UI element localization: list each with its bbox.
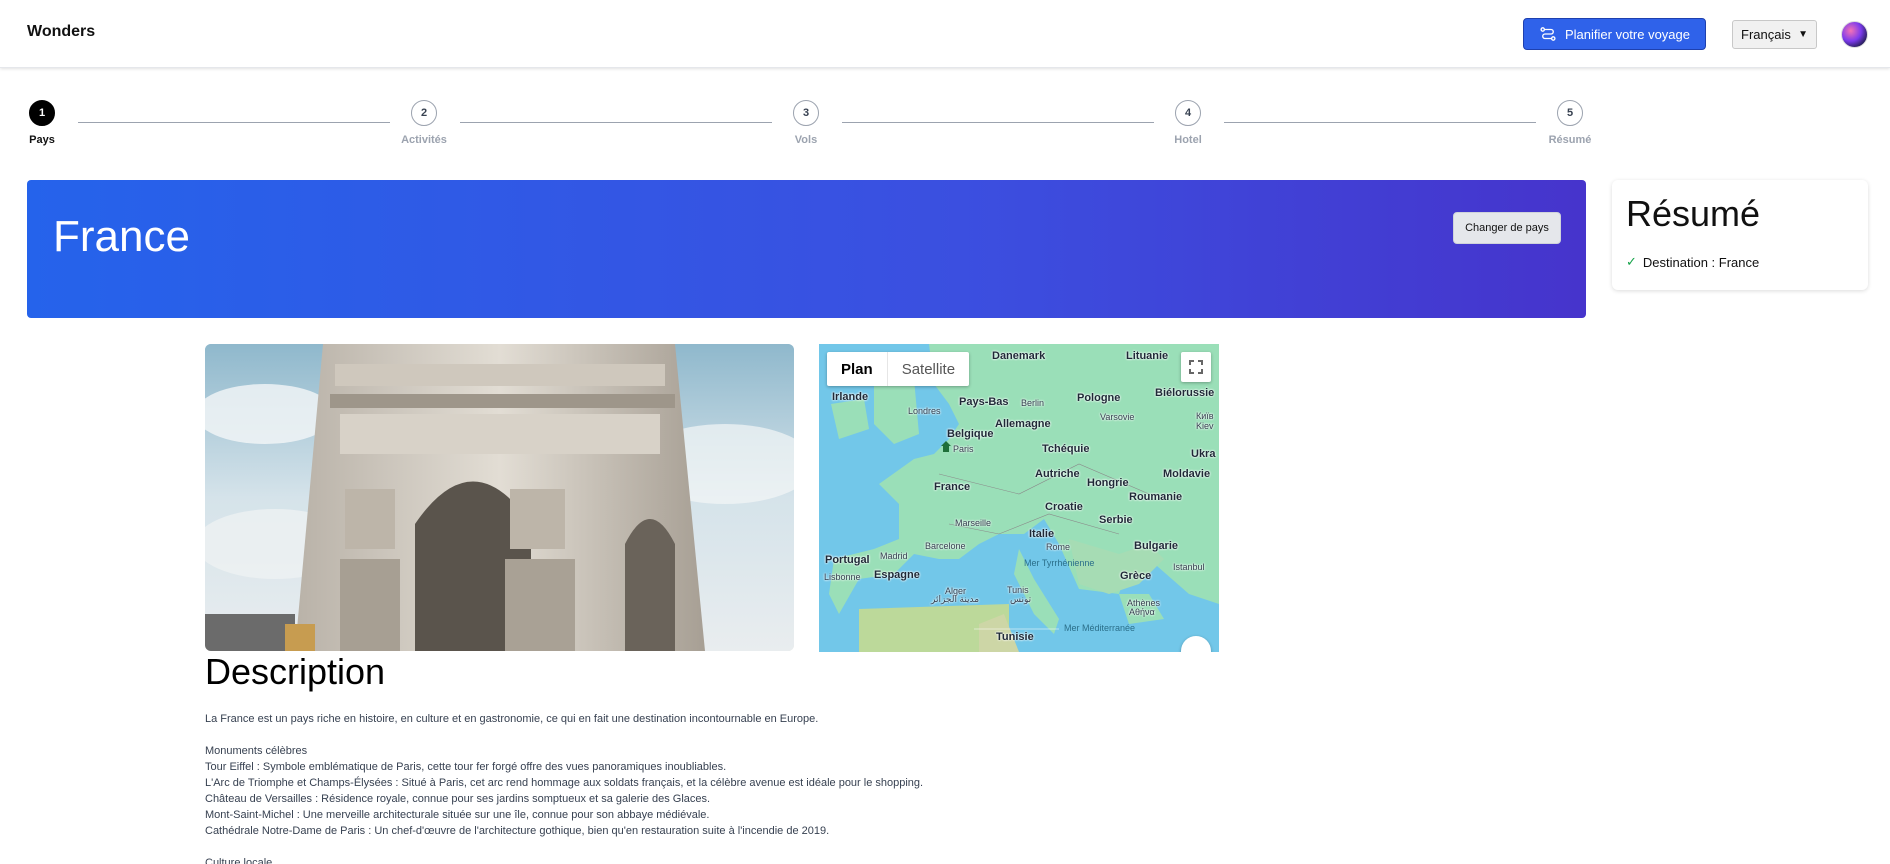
map-label: Paris	[953, 444, 974, 454]
map-label: Mer Méditerranée	[1064, 623, 1136, 633]
user-avatar[interactable]	[1841, 21, 1868, 48]
brand-logo-text[interactable]: Wonders	[27, 23, 95, 41]
map-label: Tchéquie	[1042, 443, 1090, 455]
step-number: 2	[411, 100, 437, 126]
step-hotel[interactable]: 4 Hotel	[1148, 100, 1228, 146]
monuments-heading: Monuments célèbres	[205, 745, 308, 757]
step-vols[interactable]: 3 Vols	[766, 100, 846, 146]
location-pin-icon[interactable]	[940, 440, 952, 454]
summary-card: Résumé ✓ Destination : France	[1612, 180, 1868, 290]
country-title: France	[53, 212, 190, 261]
step-label: Activités	[401, 134, 447, 146]
monument-item: Mont-Saint-Michel : Une merveille archit…	[205, 809, 710, 821]
top-navbar: Wonders Planifier votre voyage Français …	[0, 0, 1890, 68]
map-label: Αθήνα	[1129, 607, 1155, 617]
arc-de-triomphe-image	[205, 344, 794, 651]
country-banner: France Changer de pays	[27, 180, 1586, 318]
monument-item: Tour Eiffel : Symbole emblématique de Pa…	[205, 761, 727, 773]
description-intro: La France est un pays riche en histoire,…	[205, 713, 819, 725]
check-icon: ✓	[1626, 254, 1637, 269]
map-type-tabs: Plan Satellite	[827, 352, 970, 386]
fullscreen-icon[interactable]	[1181, 352, 1211, 382]
map-label: تونس	[1010, 594, 1032, 604]
map-label: Berlin	[1021, 398, 1045, 408]
map-label: Lituanie	[1126, 350, 1169, 362]
map-label: Rome	[1046, 542, 1071, 552]
map-label: Ukra	[1191, 448, 1216, 460]
step-number: 4	[1175, 100, 1201, 126]
step-connector	[842, 122, 1154, 123]
map-tab-satellite[interactable]: Satellite	[888, 352, 969, 386]
monument-item: Château de Versailles : Résidence royale…	[205, 793, 711, 805]
map-label: Tunisie	[996, 631, 1034, 643]
description-body: La France est un pays riche en histoire,…	[205, 711, 1305, 864]
map-label: مدينة الجزائر	[931, 594, 980, 604]
map-label: Serbie	[1099, 514, 1133, 526]
map-label: Kiev	[1196, 421, 1214, 431]
map-label: Portugal	[825, 554, 870, 566]
map-label: Belgique	[947, 428, 994, 440]
step-number: 1	[29, 100, 55, 126]
map-label: Irlande	[832, 391, 869, 403]
language-select[interactable]: Français ▼	[1732, 20, 1817, 49]
map-label: Allemagne	[995, 418, 1051, 430]
map-label: Roumanie	[1129, 491, 1183, 503]
map-label: Varsovie	[1100, 412, 1135, 422]
map-label: Mer Tyrrhénienne	[1024, 558, 1095, 568]
summary-destination: Destination : France	[1642, 254, 1760, 270]
map-label: Madrid	[880, 551, 908, 561]
map-label: Pays-Bas	[959, 396, 1009, 408]
map-label: Lisbonne	[824, 572, 861, 582]
step-connector	[460, 122, 772, 123]
monument-item: Cathédrale Notre-Dame de Paris : Un chef…	[205, 825, 830, 837]
map-label: Київ	[1196, 411, 1214, 421]
step-activites[interactable]: 2 Activités	[384, 100, 464, 146]
chevron-down-icon: ▼	[1798, 29, 1808, 40]
description-title: Description	[205, 651, 386, 692]
map-label: Autriche	[1035, 468, 1080, 480]
map-label: Istanbul	[1173, 562, 1205, 572]
step-connector	[1224, 122, 1536, 123]
map-label: Italie	[1029, 528, 1055, 540]
summary-title: Résumé	[1626, 193, 1761, 234]
step-label: Pays	[29, 134, 55, 146]
map-label: Biélorussie	[1155, 387, 1215, 399]
map-label: Moldavie	[1163, 468, 1211, 480]
language-value: Français	[1741, 27, 1791, 42]
plan-trip-button[interactable]: Planifier votre voyage	[1523, 18, 1706, 50]
map-label: Hongrie	[1087, 477, 1129, 489]
change-country-button[interactable]: Changer de pays	[1453, 212, 1561, 244]
step-pays[interactable]: 1 Pays	[2, 100, 82, 146]
step-number: 3	[793, 100, 819, 126]
map-label: Espagne	[874, 569, 920, 581]
map-label: Grèce	[1120, 570, 1152, 582]
map-label: Bulgarie	[1134, 540, 1179, 552]
map-tab-plan[interactable]: Plan	[827, 352, 888, 386]
summary-destination-row: ✓ Destination : France	[1626, 254, 1759, 270]
map-label: Croatie	[1045, 501, 1083, 513]
monument-item: L'Arc de Triomphe et Champs-Élysées : Si…	[205, 777, 924, 789]
map-label: France	[934, 481, 971, 493]
step-label: Vols	[794, 134, 818, 146]
step-label: Résumé	[1548, 134, 1592, 146]
plan-trip-label: Planifier votre voyage	[1564, 26, 1690, 42]
map-label: Pologne	[1077, 392, 1121, 404]
step-label: Hotel	[1174, 134, 1202, 146]
map-label: Londres	[908, 406, 941, 416]
culture-heading: Culture locale	[205, 857, 273, 864]
map-label: Barcelone	[925, 541, 966, 551]
step-resume[interactable]: 5 Résumé	[1530, 100, 1610, 146]
country-map[interactable]: Plan Satellite Danemark Lituanie Irlande…	[819, 344, 1219, 652]
country-photo	[205, 344, 794, 651]
step-connector	[78, 122, 390, 123]
step-number: 5	[1557, 100, 1583, 126]
map-label: Danemark	[992, 350, 1046, 362]
route-icon	[1540, 27, 1556, 41]
map-label: Marseille	[955, 518, 992, 528]
